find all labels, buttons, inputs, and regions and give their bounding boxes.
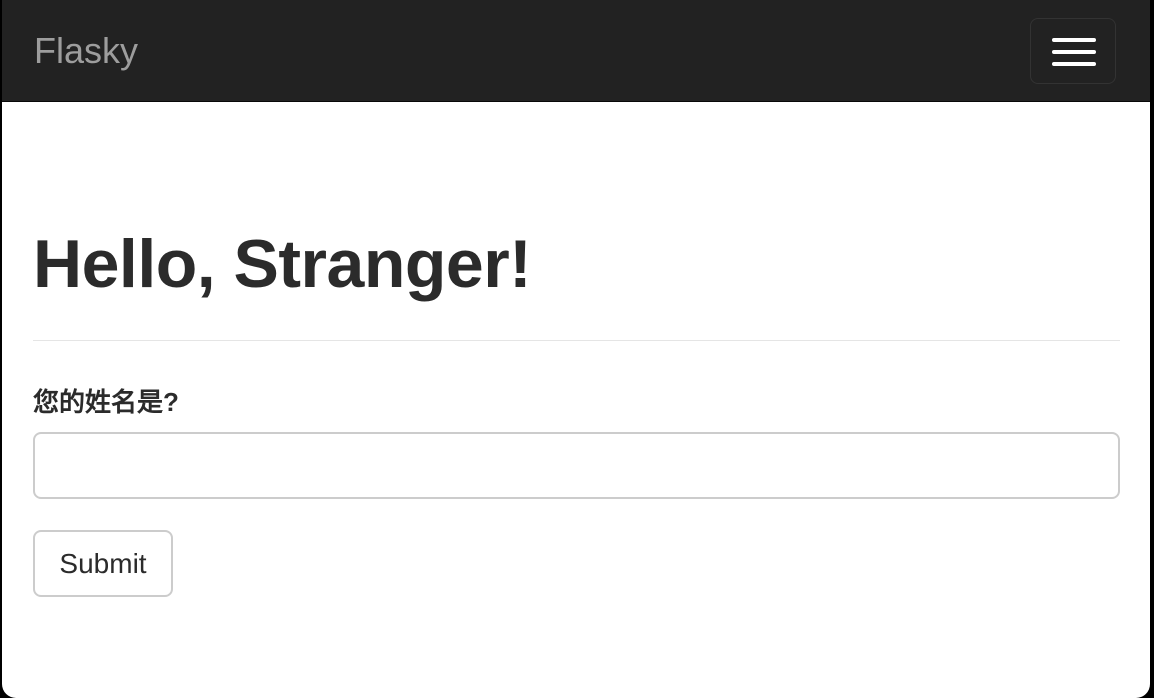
navbar-brand-link[interactable]: Flasky: [34, 30, 138, 72]
hamburger-bar: [1052, 38, 1096, 42]
navbar: Flasky: [2, 0, 1150, 102]
page-title: Hello, Stranger!: [33, 226, 532, 302]
navbar-toggle-button[interactable]: [1030, 18, 1116, 84]
name-input[interactable]: [33, 432, 1120, 499]
hamburger-bar: [1052, 62, 1096, 66]
hamburger-bar: [1052, 50, 1096, 54]
submit-button[interactable]: Submit: [33, 530, 173, 597]
header-divider: [33, 340, 1120, 341]
browser-window: Flasky Hello, Stranger! 您的姓名是? Submit: [2, 0, 1150, 698]
name-field-label: 您的姓名是?: [33, 387, 179, 417]
